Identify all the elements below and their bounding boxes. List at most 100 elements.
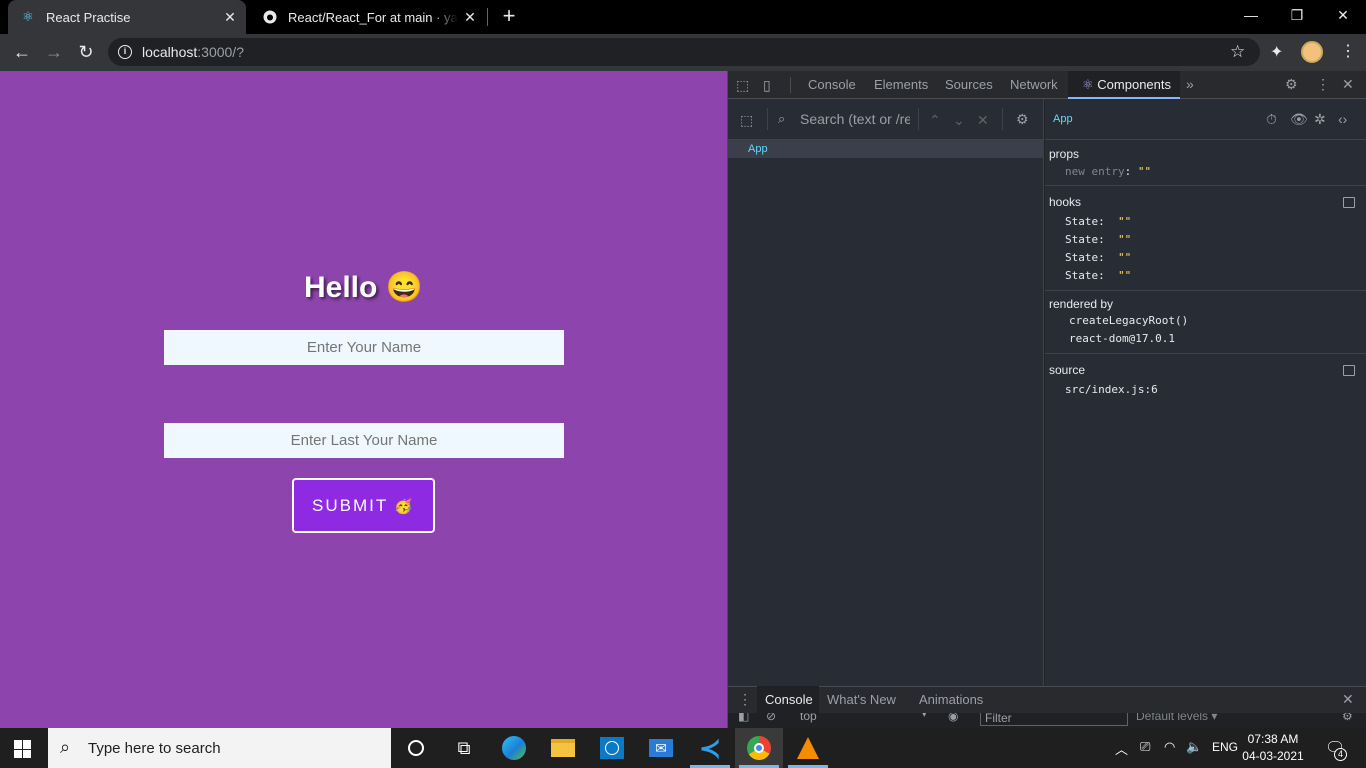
console-toolbar: ◧ ⊘ top ▾ ◉ Filter Default levels ▾ ⚙ xyxy=(728,713,1366,728)
close-devtools-icon[interactable]: ✕ xyxy=(1342,76,1354,93)
tab-elements[interactable]: Elements xyxy=(874,71,928,99)
tab-divider xyxy=(487,8,488,26)
cortana-icon[interactable] xyxy=(392,728,440,768)
minimize-icon[interactable]: — xyxy=(1228,0,1274,30)
url-text[interactable]: localhost:3000/? xyxy=(142,44,244,60)
back-icon[interactable]: ← xyxy=(10,40,34,64)
extensions-puzzle-icon[interactable]: ✦ xyxy=(1270,42,1283,62)
party-emoji-icon: 🥳 xyxy=(394,497,415,515)
vscode-icon[interactable]: ≺ xyxy=(686,728,734,768)
search-icon: ⌕ xyxy=(778,111,786,126)
divider xyxy=(790,77,791,93)
tree-row-selected[interactable] xyxy=(728,140,1044,158)
settings-gear-icon[interactable]: ⚙ xyxy=(1016,111,1029,128)
tab-components[interactable]: ⚛ Components xyxy=(1068,71,1180,99)
divider xyxy=(1045,353,1366,354)
show-hidden-icons-icon[interactable]: ︿ xyxy=(1115,739,1128,758)
reload-icon[interactable]: ↻ xyxy=(74,40,98,64)
address-bar[interactable] xyxy=(108,38,1260,66)
context-select[interactable]: top ▾ xyxy=(800,713,930,723)
new-tab-icon[interactable]: + xyxy=(498,5,520,28)
drawer-menu-icon[interactable]: ⋮ xyxy=(738,691,752,708)
info-icon[interactable]: i xyxy=(118,45,132,59)
tab-react-practise[interactable]: ⚛ React Practise ✕ xyxy=(8,0,246,34)
drawer-tab-whats-new[interactable]: What's New xyxy=(827,686,896,713)
inspect-element-icon[interactable]: ⬚ xyxy=(736,77,749,94)
props-new-entry[interactable]: new entry: "" xyxy=(1065,165,1151,178)
previous-result-icon[interactable]: ⌃ xyxy=(929,112,941,129)
chrome-icon[interactable] xyxy=(735,728,783,768)
divider xyxy=(1045,139,1366,140)
device-toolbar-icon[interactable]: ▯ xyxy=(763,77,771,94)
wifi-icon[interactable]: ◠ xyxy=(1164,739,1175,755)
timer-icon[interactable]: ⏱ xyxy=(1266,111,1277,128)
vlc-icon[interactable] xyxy=(784,728,832,768)
page-heading: Hello 😄 xyxy=(303,271,424,304)
taskbar-search-placeholder[interactable]: Type here to search xyxy=(88,740,221,757)
eye-icon[interactable]: 👁 xyxy=(1290,111,1308,128)
chrome-menu-icon[interactable]: ⋮ xyxy=(1340,41,1356,61)
hook-row[interactable]: State: "" xyxy=(1065,269,1131,282)
tab-title: React/React_For at main · yadavs xyxy=(288,9,458,25)
tab-network[interactable]: Network xyxy=(1010,71,1058,99)
restore-icon[interactable]: ❐ xyxy=(1274,0,1320,30)
hook-row[interactable]: State: "" xyxy=(1065,251,1131,264)
mail-icon[interactable]: ✉ xyxy=(637,728,685,768)
language-indicator[interactable]: ENG xyxy=(1212,740,1238,754)
tab-github[interactable]: React/React_For at main · yadavs ✕ xyxy=(250,0,486,34)
devtools-menu-icon[interactable]: ⋮ xyxy=(1316,76,1330,93)
rendered-by-title: rendered by xyxy=(1049,297,1114,311)
app-page xyxy=(0,71,727,728)
settings-gear-icon[interactable]: ⚙ xyxy=(1285,76,1298,93)
component-search-input[interactable]: Search (text or /regex/) xyxy=(800,111,910,127)
bookmark-star-icon[interactable]: ☆ xyxy=(1230,42,1245,62)
selected-component-name: App xyxy=(1053,113,1073,125)
next-result-icon[interactable]: ⌄ xyxy=(953,112,965,129)
hook-row[interactable]: State: "" xyxy=(1065,215,1131,228)
dell-icon[interactable] xyxy=(588,728,636,768)
taskbar-clock[interactable]: 07:38 AM 04-03-2021 xyxy=(1238,731,1308,765)
close-drawer-icon[interactable]: ✕ xyxy=(1342,691,1354,708)
copy-icon[interactable] xyxy=(1343,197,1355,208)
more-tabs-icon[interactable]: » xyxy=(1186,76,1194,92)
hooks-title: hooks xyxy=(1049,195,1082,209)
divider xyxy=(918,108,919,130)
view-source-icon[interactable]: ‹› xyxy=(1338,111,1347,127)
tab-title: React Practise xyxy=(46,9,131,25)
edge-icon[interactable] xyxy=(490,728,538,768)
select-element-icon[interactable]: ⬚ xyxy=(740,112,753,129)
forward-icon[interactable]: → xyxy=(42,40,66,64)
file-explorer-icon[interactable] xyxy=(539,728,587,768)
clear-search-icon[interactable]: ✕ xyxy=(977,112,989,129)
drawer-tab-console[interactable]: Console xyxy=(757,686,819,713)
profile-avatar[interactable] xyxy=(1301,41,1323,63)
close-window-icon[interactable]: ✕ xyxy=(1320,0,1366,30)
close-tab-icon[interactable]: ✕ xyxy=(222,9,238,25)
task-view-icon[interactable]: ⧉ xyxy=(440,728,488,768)
windows-start-icon[interactable] xyxy=(14,740,32,758)
close-tab-icon[interactable]: ✕ xyxy=(462,9,478,25)
divider xyxy=(1045,290,1366,291)
tab-console[interactable]: Console xyxy=(808,71,856,99)
last-name-input[interactable] xyxy=(164,423,564,458)
github-icon xyxy=(262,9,278,25)
submit-button[interactable]: SUBMIT 🥳 xyxy=(292,478,435,533)
tree-item-app[interactable]: App xyxy=(748,143,768,155)
clear-console-icon[interactable]: ⊘ xyxy=(766,713,776,723)
console-settings-icon[interactable]: ⚙ xyxy=(1342,713,1353,723)
rendered-by-item[interactable]: react-dom@17.0.1 xyxy=(1069,332,1175,345)
rendered-by-item[interactable]: createLegacyRoot() xyxy=(1069,314,1188,327)
sidebar-toggle-icon[interactable]: ◧ xyxy=(738,713,749,723)
hook-row[interactable]: State: "" xyxy=(1065,233,1131,246)
log-levels-select[interactable]: Default levels ▾ xyxy=(1136,713,1217,723)
meet-now-icon[interactable]: ⎚ xyxy=(1140,739,1150,755)
tab-sources[interactable]: Sources xyxy=(945,71,993,99)
bug-icon[interactable]: ✲ xyxy=(1314,111,1326,128)
volume-icon[interactable]: 🔈 xyxy=(1186,739,1202,755)
first-name-input[interactable] xyxy=(164,330,564,365)
drawer-tab-animations[interactable]: Animations xyxy=(919,686,983,713)
live-expression-eye-icon[interactable]: ◉ xyxy=(948,713,958,723)
copy-icon[interactable] xyxy=(1343,365,1355,376)
console-filter-input[interactable]: Filter xyxy=(980,713,1128,726)
source-location[interactable]: src/index.js:6 xyxy=(1065,383,1158,396)
